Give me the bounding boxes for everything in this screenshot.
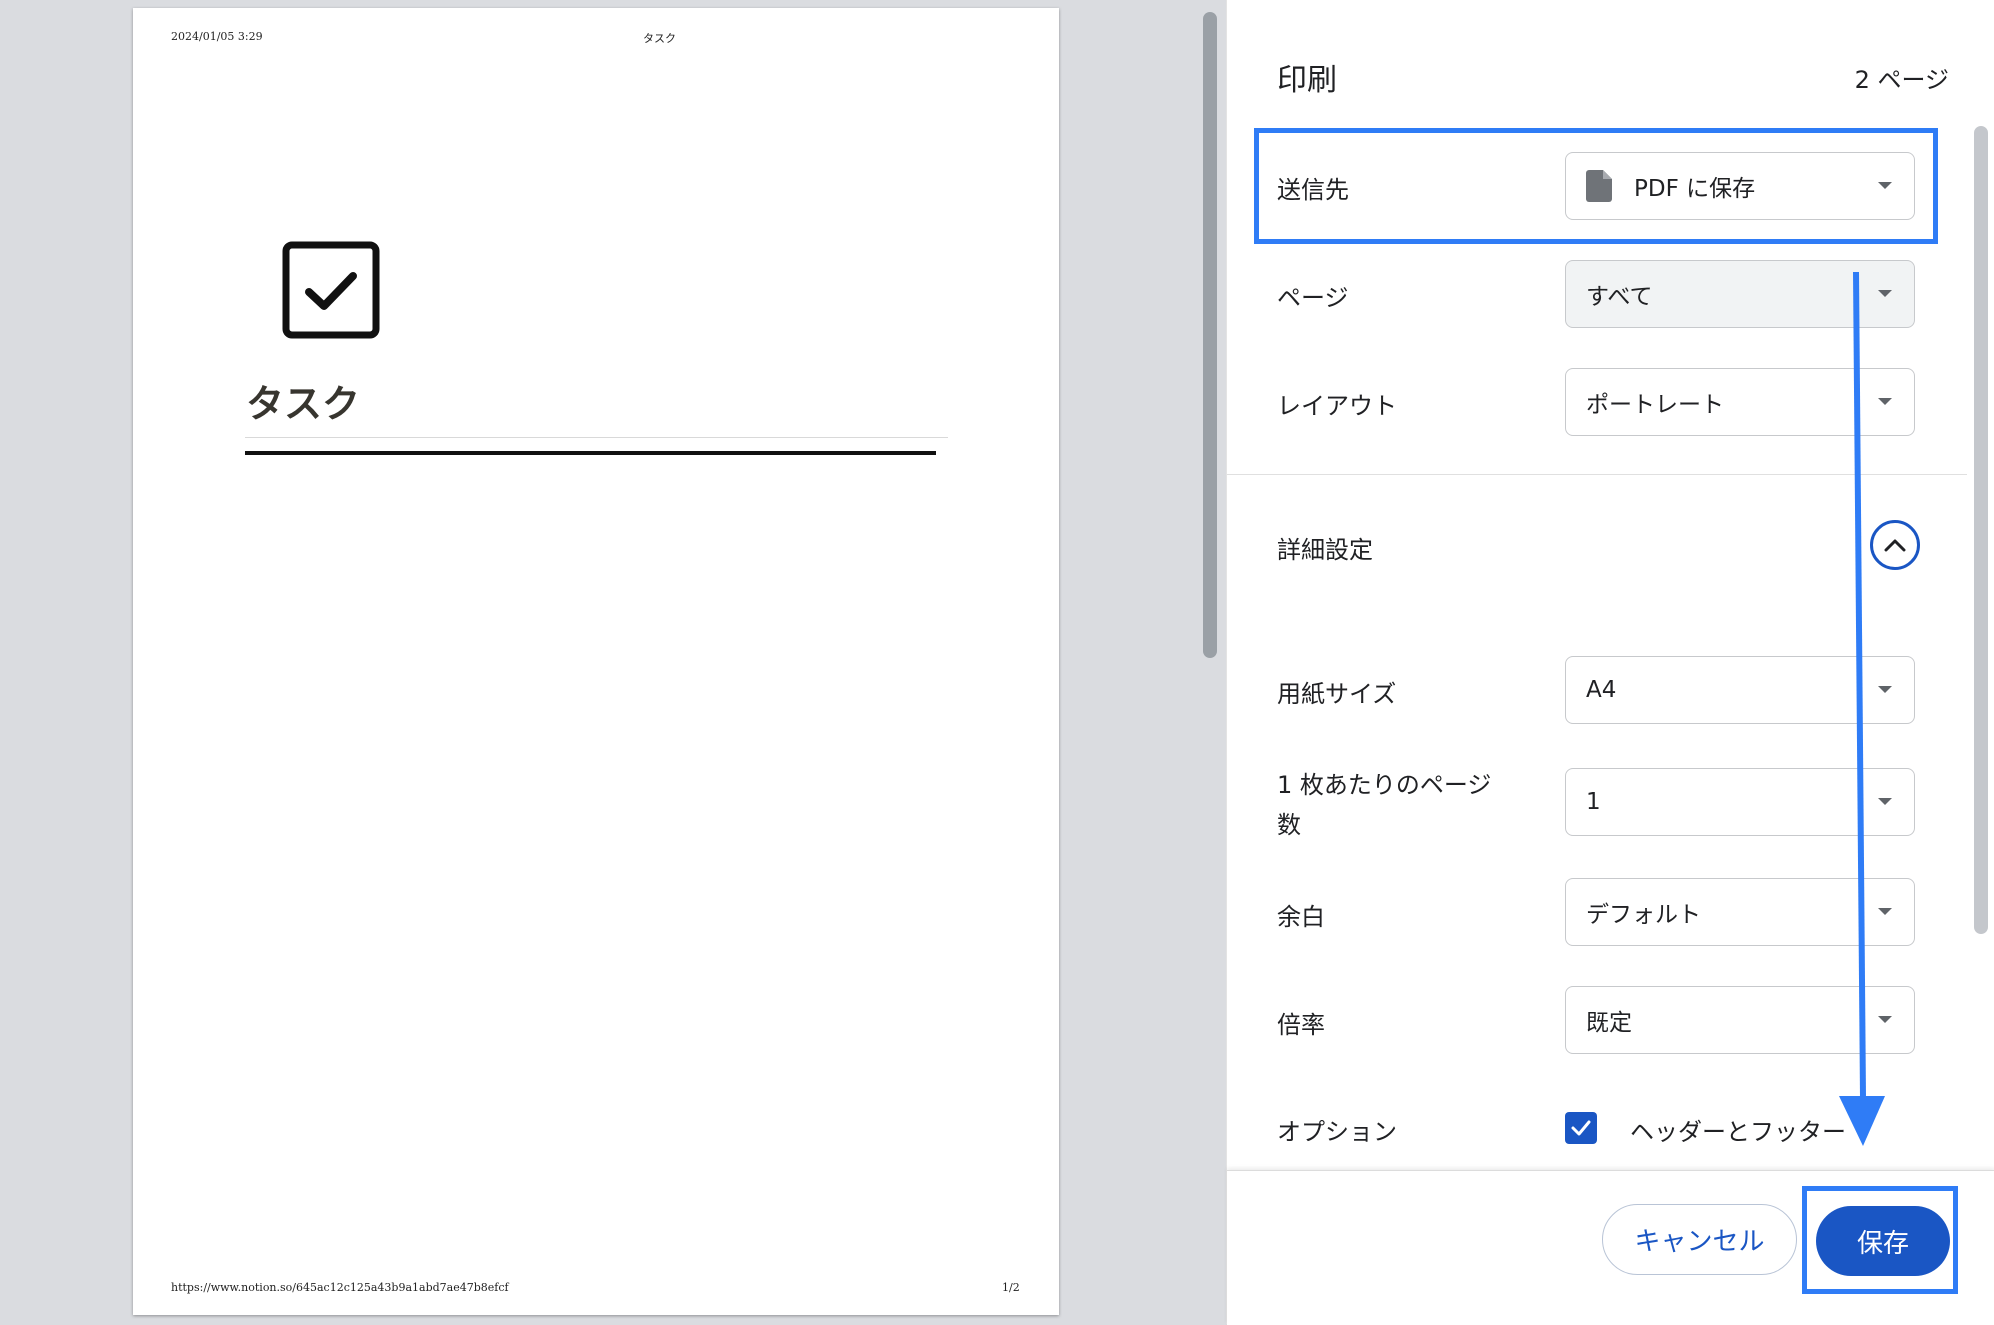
pages-per-sheet-value: 1: [1586, 789, 1601, 815]
paper-size-value: A4: [1586, 677, 1617, 703]
page-header-date: 2024/01/05 3:29: [171, 30, 263, 43]
scale-label: 倍率: [1277, 1011, 1325, 1039]
paper-size-label: 用紙サイズ: [1277, 680, 1397, 708]
preview-scrollbar[interactable]: [1196, 0, 1224, 1324]
save-highlight: [1802, 1186, 1958, 1294]
document-title: タスク: [246, 382, 361, 426]
pages-label: ページ: [1277, 284, 1349, 312]
pages-per-sheet-label: 1 枚あたりのページ 数: [1277, 765, 1491, 845]
pages-per-sheet-label-line1: 1 枚あたりのページ: [1277, 771, 1492, 799]
header-footer-label[interactable]: ヘッダーとフッター: [1630, 1112, 1846, 1147]
advanced-settings-label: 詳細設定: [1277, 536, 1373, 564]
settings-scrollbar-thumb[interactable]: [1974, 126, 1988, 934]
destination-highlight: [1254, 128, 1938, 244]
page-header-title: タスク: [643, 32, 676, 45]
layout-label: レイアウト: [1277, 392, 1397, 420]
divider: [245, 437, 948, 438]
check-icon: [1571, 1120, 1591, 1136]
page-footer-number: 1/2: [1002, 1281, 1020, 1294]
checkbox-icon: [282, 241, 380, 339]
cancel-button[interactable]: キャンセル: [1602, 1204, 1797, 1275]
layout-value: ポートレート: [1586, 392, 1724, 418]
preview-page: 2024/01/05 3:29 タスク タスク https://www.noti…: [133, 8, 1059, 1315]
options-label: オプション: [1277, 1118, 1397, 1146]
pages-per-sheet-label-line2: 数: [1277, 811, 1301, 839]
down-arrow-annotation: [1839, 271, 1885, 1146]
page-count: 2 ページ: [1854, 66, 1949, 94]
panel-title: 印刷: [1277, 63, 1337, 98]
page-footer-url: https://www.notion.so/645ac12c125a43b9a1…: [171, 1281, 509, 1294]
scale-value: 既定: [1586, 1010, 1632, 1036]
print-preview-area: 2024/01/05 3:29 タスク タスク https://www.noti…: [0, 0, 1198, 1324]
preview-scrollbar-thumb[interactable]: [1203, 12, 1217, 658]
margins-label: 余白: [1277, 903, 1325, 931]
margins-value: デフォルト: [1586, 902, 1701, 928]
header-footer-checkbox[interactable]: [1565, 1112, 1597, 1144]
pages-value: すべて: [1586, 284, 1653, 310]
title-underline: [245, 451, 936, 455]
chevron-up-icon: [1884, 539, 1906, 552]
